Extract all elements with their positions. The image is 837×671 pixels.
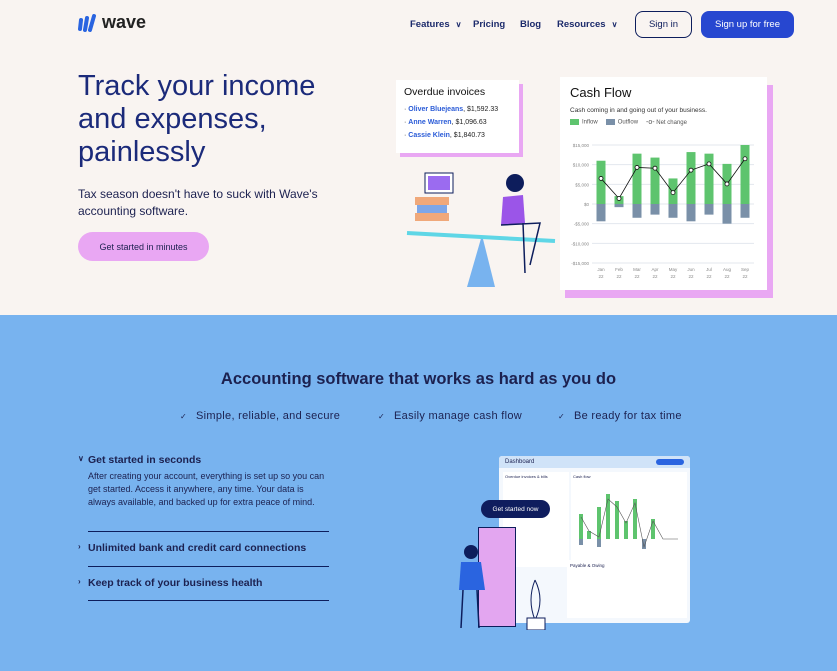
section-title: Accounting software that works as hard a… xyxy=(220,370,617,388)
chart-legend: Inflow Outflow -o- Net change xyxy=(570,119,757,126)
feature-item: ✓ Simple, reliable, and secure xyxy=(180,410,341,422)
net-change-point xyxy=(670,190,676,195)
legend-inflow: Inflow xyxy=(570,119,598,126)
outflow-bar xyxy=(632,204,642,218)
person-illustration xyxy=(459,545,546,630)
x-tick-label: May xyxy=(669,267,678,272)
x-tick-label: 22 xyxy=(652,274,658,279)
net-change-point xyxy=(742,156,748,162)
y-tick-label: $5,000 xyxy=(575,182,589,187)
nav-features[interactable]: Features ∨ xyxy=(410,19,461,30)
get-started-button[interactable]: Get started in minutes xyxy=(78,232,209,261)
invoice-item: · Cassie Klein, $1,840.73 xyxy=(404,132,485,139)
net-change-point xyxy=(652,165,658,171)
invoice-link[interactable]: Anne Warren xyxy=(408,119,451,126)
chart-title: Cash Flow xyxy=(570,85,632,100)
nav-pricing[interactable]: Pricing xyxy=(473,19,505,30)
accordion-item-get-started[interactable]: ∨ Get started in seconds After creating y… xyxy=(78,454,329,509)
nav-resources[interactable]: Resources ∨ xyxy=(557,19,617,30)
logo[interactable]: wave xyxy=(78,12,146,33)
sign-up-button[interactable]: Sign up for free xyxy=(701,11,794,38)
invoice-link[interactable]: Oliver Bluejeans xyxy=(408,106,463,113)
card-title: Overdue invoices xyxy=(404,86,486,98)
outflow-bar xyxy=(596,204,606,222)
accordion-item-business-health[interactable]: › Keep track of your business health xyxy=(78,577,329,589)
cash-flow-chart: $15,000 $10,000 $5,000 $0 -$5,000 -$10,000 -$1… xyxy=(571,143,754,279)
x-tick-label: 22 xyxy=(598,274,604,279)
x-tick-label: 22 xyxy=(724,274,730,279)
y-tick-label: -$15,000 xyxy=(571,261,589,266)
legend-outflow: Outflow xyxy=(605,119,638,126)
x-tick-label: 22 xyxy=(634,274,640,279)
accordion-body: After creating your account, everything … xyxy=(88,471,325,507)
x-tick-label: Jan xyxy=(597,267,605,272)
x-tick-label: 22 xyxy=(706,274,712,279)
x-tick-label: Mar xyxy=(633,267,641,272)
seesaw-illustration xyxy=(406,172,556,287)
wave-logo-icon xyxy=(78,13,96,32)
x-tick-label: 22 xyxy=(742,274,748,279)
chart-subtitle: Cash coming in and going out of your bus… xyxy=(570,107,707,114)
x-tick-label: 22 xyxy=(688,274,694,279)
outflow-bar xyxy=(740,204,750,218)
chevron-down-icon: ∨ xyxy=(78,454,84,463)
net-change-point xyxy=(724,181,730,187)
outflow-bar xyxy=(722,204,732,224)
inflow-bar xyxy=(740,145,750,204)
outflow-bar xyxy=(704,204,714,215)
invoice-item: · Anne Warren, $1,096.63 xyxy=(404,119,487,126)
accordion-item-bank-connections[interactable]: › Unlimited bank and credit card connecti… xyxy=(78,542,329,554)
net-change-point xyxy=(634,165,640,170)
net-change-point xyxy=(706,161,712,167)
y-tick-label: $10,000 xyxy=(573,163,590,168)
net-change-point xyxy=(616,196,622,201)
inflow-bar xyxy=(686,152,696,204)
sign-in-button[interactable]: Sign in xyxy=(635,11,692,38)
inflow-bar xyxy=(632,153,642,204)
overdue-invoices-card: Overdue invoices · Oliver Bluejeans, $1,… xyxy=(396,80,519,153)
feature-item: ✓ Easily manage cash flow xyxy=(378,410,522,422)
inflow-bar xyxy=(650,157,660,204)
legend-net: -o- Net change xyxy=(646,119,687,126)
invoice-item: · Oliver Bluejeans, $1,592.33 xyxy=(404,106,499,113)
chevron-right-icon: › xyxy=(78,577,81,586)
x-tick-label: Feb xyxy=(615,267,623,272)
hero-subtitle: Tax season doesn't have to suck with Wav… xyxy=(78,187,318,218)
outflow-bar xyxy=(686,204,696,222)
outflow-bar xyxy=(668,204,678,218)
x-tick-label: Jul xyxy=(706,267,712,272)
y-tick-label: $0 xyxy=(584,202,590,207)
nav-blog[interactable]: Blog xyxy=(520,19,541,30)
net-change-point xyxy=(598,176,604,181)
x-tick-label: Apr xyxy=(651,267,659,272)
outflow-bar xyxy=(614,204,624,208)
chevron-down-icon: ∨ xyxy=(455,20,462,29)
chevron-right-icon: › xyxy=(78,542,81,551)
outflow-bar xyxy=(650,204,660,215)
y-tick-label: -$10,000 xyxy=(571,241,589,246)
net-change-point xyxy=(688,167,694,173)
chevron-down-icon: ∨ xyxy=(611,20,618,29)
x-tick-label: Sep xyxy=(741,267,750,272)
cash-flow-card: Cash Flow Cash coming in and going out o… xyxy=(560,77,767,290)
inflow-bar xyxy=(704,153,714,204)
x-tick-label: Aug xyxy=(723,267,732,272)
feature-item: ✓ Be ready for tax time xyxy=(558,410,682,422)
y-tick-label: $15,000 xyxy=(573,143,590,148)
hero-title: Track your income and expenses, painless… xyxy=(78,70,316,168)
x-tick-label: Jun xyxy=(687,267,695,272)
x-tick-label: 22 xyxy=(670,274,676,279)
brand-name: wave xyxy=(102,12,147,32)
y-tick-label: -$5,000 xyxy=(574,222,590,227)
invoice-link[interactable]: Cassie Klein xyxy=(408,132,450,139)
x-tick-label: 22 xyxy=(616,274,622,279)
get-started-now-button[interactable]: Get started now xyxy=(481,500,550,518)
